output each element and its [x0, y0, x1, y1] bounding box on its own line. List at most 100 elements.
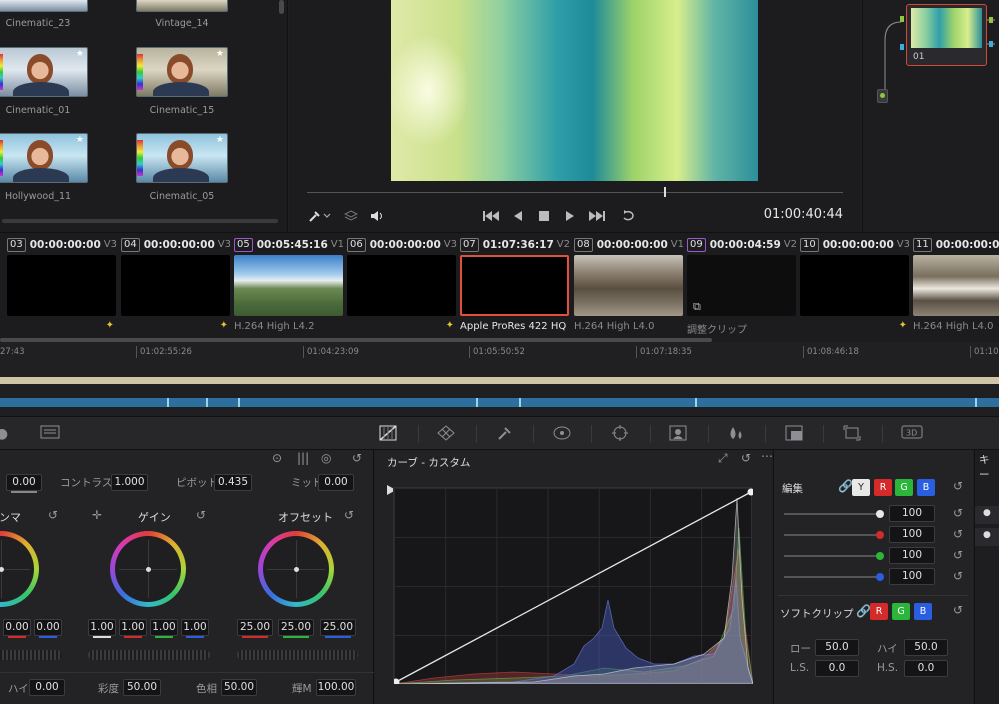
- magic-mask-icon[interactable]: [668, 425, 688, 443]
- gain-b-field[interactable]: 1.00: [181, 619, 209, 638]
- g-slider-knob[interactable]: [876, 552, 884, 560]
- g-intensity-field[interactable]: 100: [889, 547, 935, 564]
- bars-mode-icon[interactable]: |||: [297, 451, 309, 465]
- curves-reset-icon[interactable]: ↺: [741, 451, 751, 465]
- offset-master-jog[interactable]: [237, 650, 358, 660]
- channel-r-button[interactable]: R: [874, 479, 892, 496]
- more-options-icon[interactable]: ⋯: [761, 449, 773, 463]
- soft-clip-reset-icon[interactable]: ↺: [953, 603, 963, 617]
- gamma-master-jog[interactable]: [0, 650, 62, 660]
- loop-icon[interactable]: [619, 205, 639, 227]
- expand-icon[interactable]: ⤢: [718, 451, 728, 466]
- soft-clip-g-button[interactable]: G: [892, 603, 910, 620]
- gain-r-field[interactable]: 1.00: [119, 619, 147, 638]
- gain-wheel[interactable]: [110, 531, 186, 607]
- high-soft-field[interactable]: 0.0: [904, 660, 948, 677]
- reset-all-icon[interactable]: ↺: [352, 451, 362, 465]
- edit-reset-icon[interactable]: ↺: [953, 479, 963, 493]
- channel-g-button[interactable]: G: [895, 479, 913, 496]
- layers-icon[interactable]: [343, 205, 359, 227]
- curve-point[interactable]: [392, 678, 400, 686]
- curve-graph[interactable]: [392, 487, 755, 686]
- edit-point[interactable]: [167, 398, 169, 407]
- scrub-bar[interactable]: [307, 192, 843, 193]
- sizing-icon[interactable]: [842, 425, 862, 443]
- 3d-icon[interactable]: 3D: [900, 425, 924, 443]
- b-slider-knob[interactable]: [876, 573, 884, 581]
- keyframe-row[interactable]: ●: [975, 506, 999, 524]
- camera-raw-icon[interactable]: ●: [0, 425, 12, 443]
- y-slider-knob[interactable]: [876, 510, 884, 518]
- clip-thumbnail[interactable]: [7, 255, 116, 316]
- gallery-still[interactable]: [136, 0, 228, 12]
- node-input[interactable]: [877, 89, 888, 103]
- gain-master-jog[interactable]: [88, 650, 210, 660]
- qualifier-icon[interactable]: [495, 425, 515, 443]
- link-icon[interactable]: 🔗: [838, 479, 853, 493]
- picker-tool-icon[interactable]: [305, 205, 335, 227]
- tracker-icon[interactable]: [610, 425, 630, 443]
- timeline-clip[interactable]: 09 00:00:04:59 V2 ⧉ 調整クリップ: [687, 233, 800, 341]
- channel-b-button[interactable]: B: [917, 479, 935, 496]
- timeline-clip[interactable]: 08 00:00:00:00 V1 H.264 High L4.0: [574, 233, 687, 341]
- gallery-still[interactable]: ★: [0, 133, 88, 183]
- r-slider-track[interactable]: [784, 534, 880, 536]
- go-to-end-icon[interactable]: [587, 205, 607, 227]
- gallery-still[interactable]: [0, 0, 88, 12]
- lum-mix-field[interactable]: 100.00: [316, 679, 356, 696]
- edit-point[interactable]: [975, 398, 977, 407]
- clip-thumbnail[interactable]: [913, 255, 999, 316]
- timeline-clip[interactable]: 10 00:00:00:00 V3 ✦: [800, 233, 913, 341]
- contrast-field[interactable]: 1.000: [111, 474, 148, 491]
- log-mode-icon[interactable]: ◎: [321, 451, 331, 465]
- curve-point[interactable]: [747, 488, 755, 496]
- wheels-mode-icon[interactable]: ⊙: [272, 451, 282, 465]
- reverse-play-icon[interactable]: [510, 205, 526, 227]
- gallery-still[interactable]: ★: [136, 133, 228, 183]
- timeline-clip[interactable]: 06 00:00:00:00 V3 ✦: [347, 233, 460, 341]
- gamma-g-field[interactable]: 0.00: [34, 619, 62, 638]
- audio-track[interactable]: [0, 377, 999, 384]
- pivot-field[interactable]: 0.435: [214, 474, 252, 491]
- timeline-ruler[interactable]: 27:43 01:02:55:26 01:04:23:09 01:05:50:52 01…: [0, 342, 999, 376]
- gain-g-field[interactable]: 1.00: [150, 619, 178, 638]
- offset-r-field[interactable]: 25.00: [237, 619, 273, 638]
- y-intensity-field[interactable]: 100: [889, 505, 935, 522]
- clip-thumbnail[interactable]: [121, 255, 230, 316]
- timeline-clip[interactable]: 05 00:05:45:16 V1 H.264 High L4.2: [234, 233, 347, 341]
- timeline-clip[interactable]: 07 01:07:36:17 V2 Apple ProRes 422 HQ: [460, 233, 573, 341]
- gamma-reset-icon[interactable]: ↺: [48, 508, 58, 522]
- clip-thumbnail[interactable]: [460, 255, 569, 316]
- gain-y-field[interactable]: 1.00: [88, 619, 116, 638]
- low-soft-field[interactable]: 0.0: [815, 660, 859, 677]
- r-intensity-field[interactable]: 100: [889, 526, 935, 543]
- hue-field[interactable]: 50.00: [221, 679, 257, 696]
- g-slider-track[interactable]: [784, 555, 880, 557]
- b-intensity-field[interactable]: 100: [889, 568, 935, 585]
- timeline-clip[interactable]: 03 00:00:00:00 V3 ✦: [7, 233, 120, 341]
- offset-g-field[interactable]: 25.00: [278, 619, 314, 638]
- offset-b-field[interactable]: 25.00: [320, 619, 356, 638]
- key-icon[interactable]: [784, 425, 804, 443]
- offset-reset-icon[interactable]: ↺: [344, 508, 354, 522]
- playhead[interactable]: [664, 187, 666, 197]
- g-reset-icon[interactable]: ↺: [953, 548, 963, 562]
- y-reset-icon[interactable]: ↺: [953, 506, 963, 520]
- blur-icon[interactable]: [726, 425, 746, 443]
- clip-thumbnail[interactable]: [574, 255, 683, 316]
- y-slider-track[interactable]: [784, 513, 880, 515]
- b-slider-track[interactable]: [784, 576, 880, 578]
- color-match-icon[interactable]: [40, 425, 60, 443]
- gamma-r-field[interactable]: 0.00: [3, 619, 31, 638]
- clip-thumbnail[interactable]: [347, 255, 456, 316]
- gain-reset-icon[interactable]: ↺: [196, 508, 206, 522]
- play-icon[interactable]: [562, 205, 578, 227]
- edit-point[interactable]: [519, 398, 521, 407]
- soft-clip-link-icon[interactable]: 🔗: [856, 604, 871, 618]
- timeline-clip[interactable]: 04 00:00:00:00 V3 ✦: [121, 233, 234, 341]
- video-track[interactable]: [0, 398, 999, 407]
- stop-icon[interactable]: [536, 205, 552, 227]
- edit-point[interactable]: [695, 398, 697, 407]
- lift-master-field[interactable]: 0.00: [6, 474, 42, 493]
- saturation-field[interactable]: 50.00: [123, 679, 161, 696]
